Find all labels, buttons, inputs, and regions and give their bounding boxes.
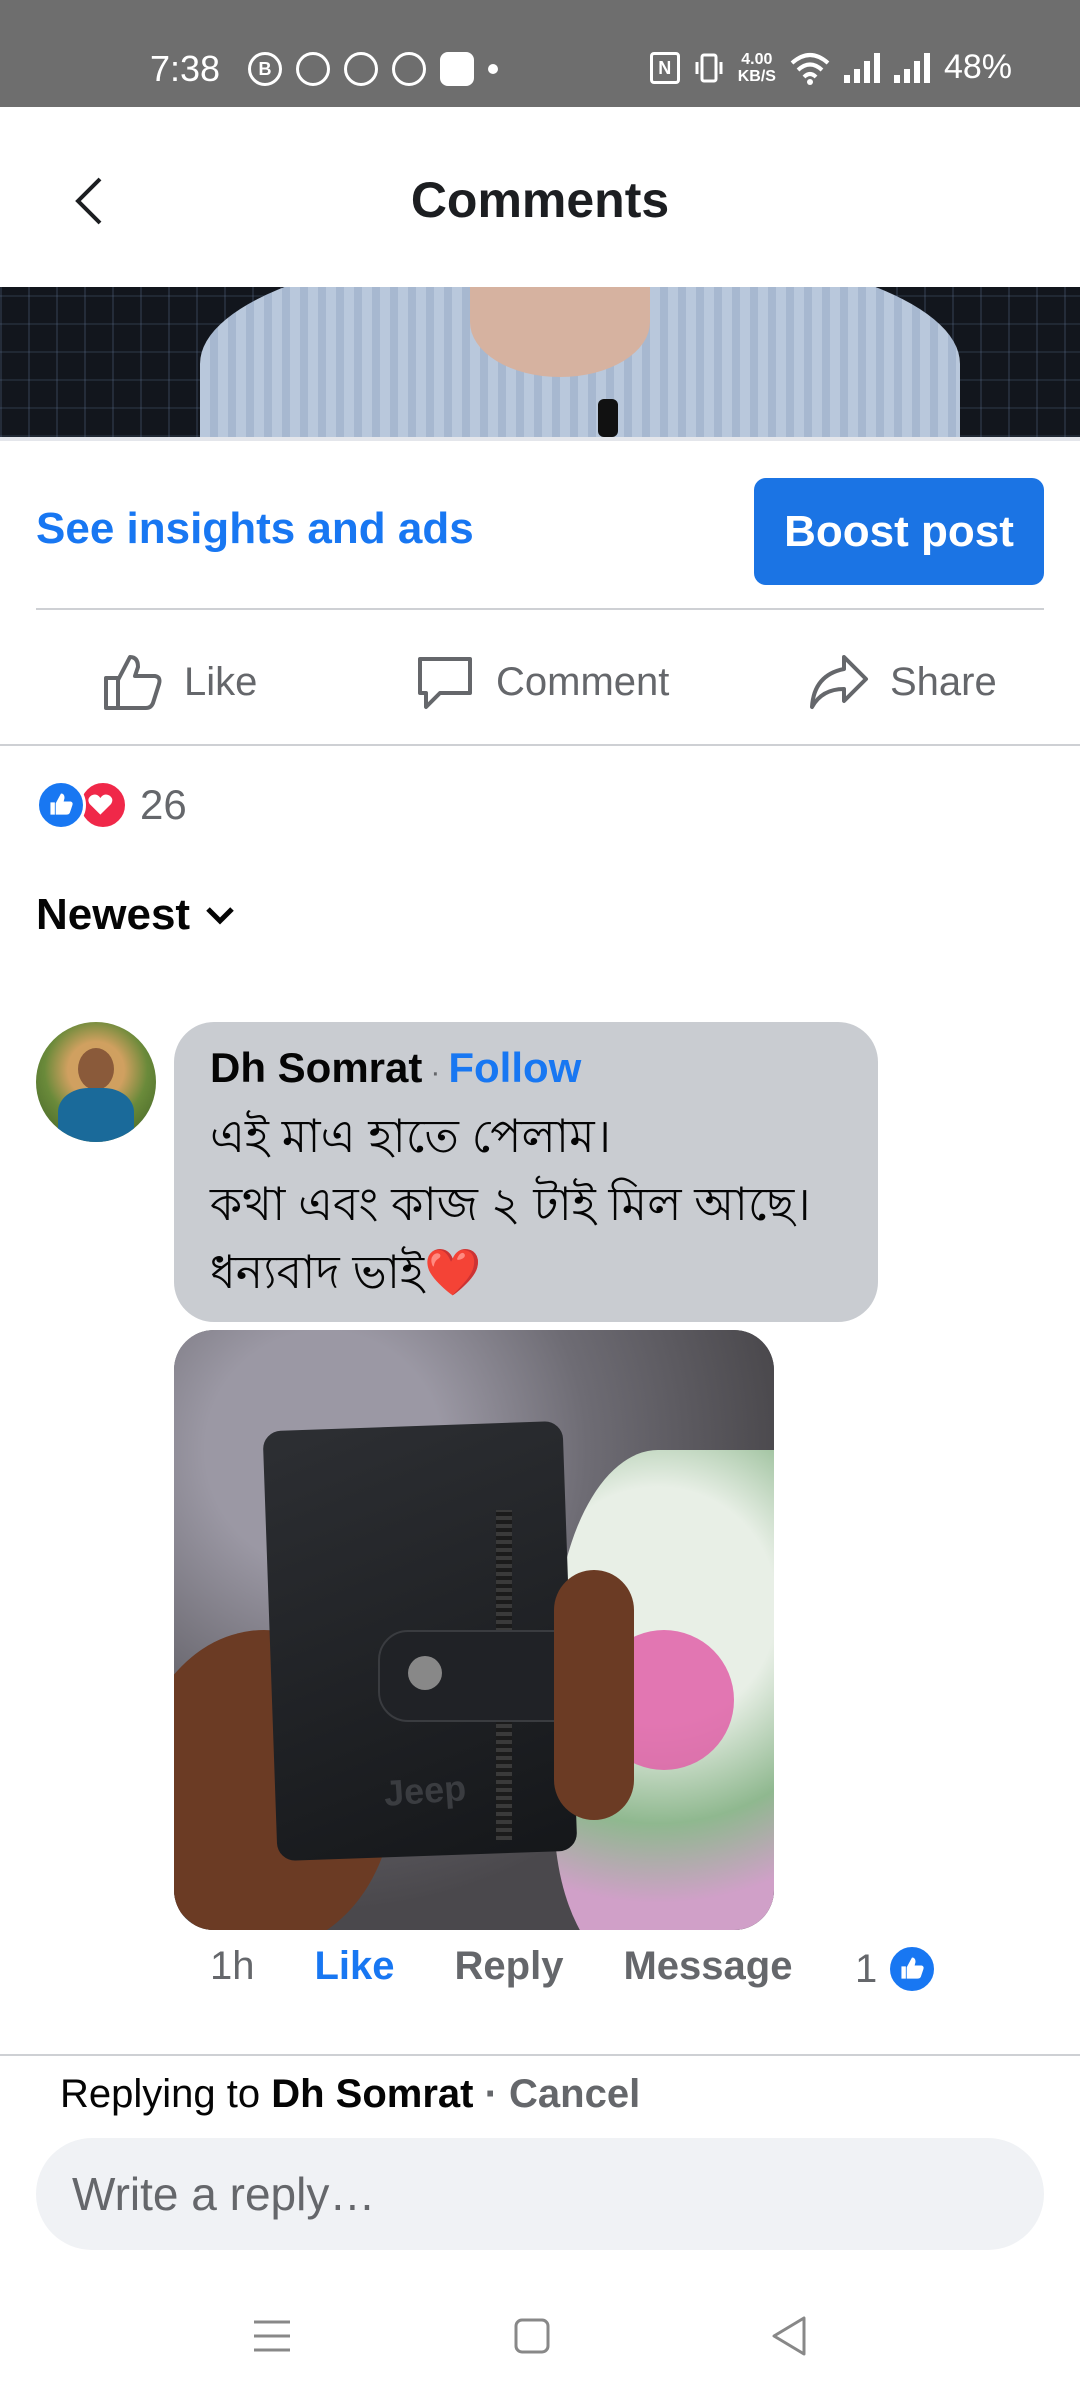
share-app-icon bbox=[392, 52, 426, 86]
status-bar: 7:38 B N 4.00 KB/S 48% bbox=[0, 0, 1080, 107]
comment-message-button[interactable]: Message bbox=[623, 1944, 792, 1989]
home-icon[interactable] bbox=[502, 2306, 562, 2366]
comment-button[interactable]: Comment bbox=[414, 642, 669, 722]
avatar[interactable] bbox=[36, 1022, 156, 1142]
more-notifications-icon bbox=[488, 64, 498, 74]
comment-reply-button[interactable]: Reply bbox=[455, 1944, 564, 1989]
like-count-value: 1 bbox=[855, 1946, 878, 1991]
network-speed: 4.00 KB/S bbox=[737, 50, 776, 85]
replying-name: Dh Somrat bbox=[271, 2072, 474, 2116]
menu-icon[interactable] bbox=[242, 2306, 302, 2366]
comment-author[interactable]: Dh Somrat bbox=[210, 1044, 422, 1092]
whatsapp-icon bbox=[296, 52, 330, 86]
comment-like-button[interactable]: Like bbox=[315, 1944, 395, 1989]
comment-like-count[interactable]: 1 bbox=[855, 1944, 938, 1994]
reactions-summary[interactable]: 26 bbox=[36, 780, 187, 830]
post-image[interactable] bbox=[0, 287, 1080, 437]
comment-text: এই মাএ হাতে পেলাম। কথা এবং কাজ ২ টাই মিল… bbox=[210, 1102, 811, 1306]
thumbs-up-icon bbox=[104, 655, 162, 710]
media-icon bbox=[344, 52, 378, 86]
comment-line: এই মাএ হাতে পেলাম। bbox=[210, 1110, 612, 1162]
comment-label: Comment bbox=[496, 659, 670, 704]
nfc-icon: N bbox=[649, 51, 680, 84]
share-arrow-icon bbox=[810, 655, 868, 709]
divider bbox=[0, 744, 1080, 746]
like-button[interactable]: Like bbox=[102, 642, 257, 722]
boost-post-button[interactable]: Boost post bbox=[754, 478, 1044, 585]
comment-line: কথা এবং কাজ ২ টাই মিল আছে। bbox=[210, 1178, 811, 1230]
like-badge-icon bbox=[887, 1944, 938, 1994]
comment-line: ধন্যবাদ ভাই❤️ bbox=[210, 1246, 482, 1298]
divider bbox=[36, 608, 1044, 610]
comment-photo[interactable]: Jeep bbox=[174, 1330, 774, 1930]
comment-time: 1h bbox=[210, 1944, 255, 1988]
separator: · bbox=[430, 1056, 441, 1089]
comment-bubble-icon bbox=[418, 657, 472, 709]
system-nav-bar bbox=[0, 2270, 1080, 2400]
share-button[interactable]: Share bbox=[808, 642, 997, 722]
comment-author-line: Dh Somrat · Follow bbox=[210, 1044, 581, 1092]
replying-to-line: Replying to Dh Somrat · Cancel bbox=[60, 2072, 640, 2117]
cancel-reply-button[interactable]: Cancel bbox=[509, 2072, 640, 2116]
b-app-icon: B bbox=[248, 52, 282, 86]
like-label: Like bbox=[184, 659, 258, 704]
signal-2-icon bbox=[893, 52, 930, 83]
reply-input[interactable] bbox=[36, 2138, 1044, 2250]
page-title: Comments bbox=[410, 172, 670, 228]
comment-actions: 1h Like Reply Message bbox=[210, 1944, 852, 1989]
post-image-divider bbox=[0, 437, 1080, 441]
comment-sort-dropdown[interactable]: Newest bbox=[36, 890, 236, 940]
sort-label: Newest bbox=[36, 890, 191, 939]
replying-prefix: Replying to bbox=[60, 2072, 272, 2116]
share-label: Share bbox=[890, 659, 997, 704]
reaction-count: 26 bbox=[140, 781, 187, 828]
comment-bubble: Dh Somrat · Follow এই মাএ হাতে পেলাম। কথ… bbox=[174, 1022, 878, 1322]
wallet-brand-text: Jeep bbox=[382, 1767, 468, 1814]
status-time: 7:38 bbox=[150, 48, 221, 89]
youtube-icon bbox=[440, 52, 474, 86]
wifi-icon bbox=[790, 52, 830, 85]
insights-link[interactable]: See insights and ads bbox=[36, 504, 474, 554]
like-reaction-icon bbox=[36, 780, 86, 830]
signal-icon bbox=[843, 52, 880, 83]
back-nav-icon[interactable] bbox=[760, 2306, 820, 2366]
header: Comments bbox=[0, 107, 1080, 287]
status-right: N 4.00 KB/S 48% bbox=[649, 48, 1012, 87]
battery-level: 48% bbox=[943, 48, 1012, 86]
notification-icons: B bbox=[248, 52, 498, 86]
chevron-down-icon bbox=[206, 907, 234, 925]
vibrate-icon bbox=[695, 53, 723, 82]
follow-button[interactable]: Follow bbox=[448, 1044, 581, 1092]
separator: · bbox=[473, 2072, 510, 2116]
